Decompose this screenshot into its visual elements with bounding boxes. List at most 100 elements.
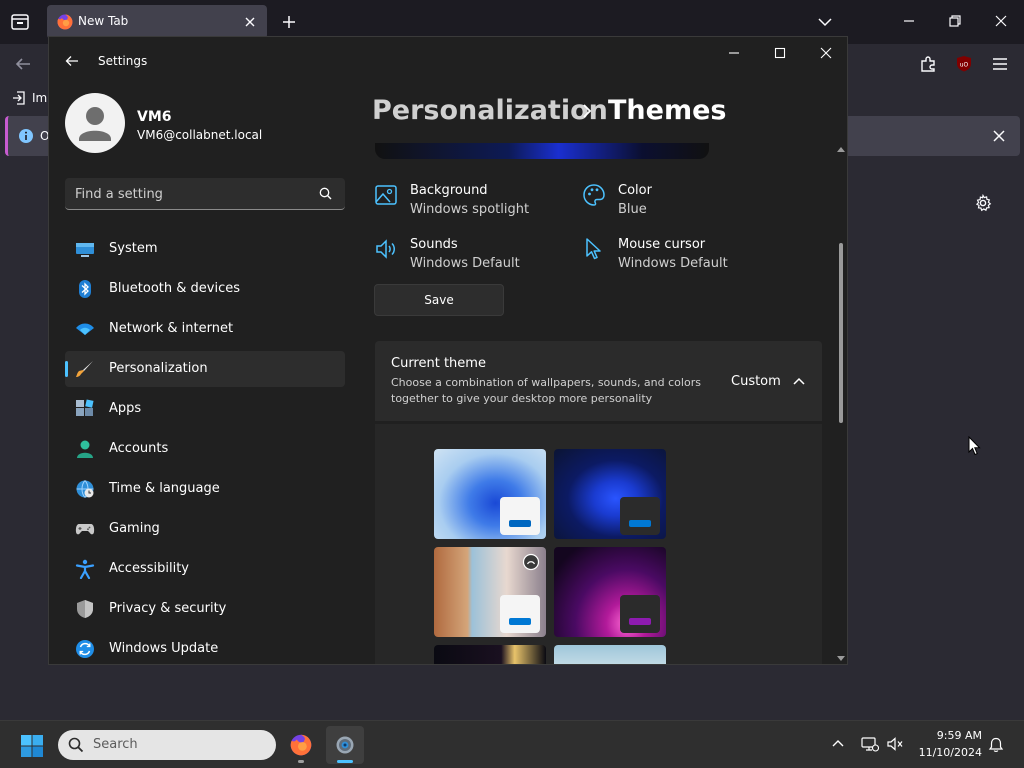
settings-window: Settings VM6 VM6@collabnet.local System … <box>48 36 848 665</box>
sounds-setting[interactable]: Sounds Windows Default <box>374 233 574 277</box>
info-icon <box>18 128 34 144</box>
clock-date[interactable]: 11/10/2024 <box>910 746 982 759</box>
new-tab-settings-gear-icon[interactable] <box>974 194 992 212</box>
save-theme-button[interactable]: Save <box>374 284 504 316</box>
system-icon <box>75 239 95 259</box>
spotlight-badge-icon <box>522 553 540 571</box>
breadcrumb-personalization[interactable]: Personalization <box>372 95 608 126</box>
tab-title: New Tab <box>78 14 129 28</box>
clock-time[interactable]: 9:59 AM <box>910 729 982 742</box>
network-icon[interactable] <box>861 736 879 752</box>
user-email: VM6@collabnet.local <box>137 128 263 142</box>
accessibility-icon <box>75 559 95 579</box>
notification-text: O <box>40 129 48 143</box>
scrollbar-thumb[interactable] <box>839 243 843 423</box>
sidebar-item-bluetooth-devices[interactable]: Bluetooth & devices <box>65 271 345 307</box>
import-bookmarks-icon[interactable] <box>12 91 26 105</box>
settings-gear-icon <box>334 734 356 756</box>
theme-accent-chip <box>620 497 660 535</box>
theme-thumbnail-flow[interactable] <box>554 645 666 664</box>
close-notification-icon[interactable] <box>992 129 1006 143</box>
sidebar-item-label: Gaming <box>109 521 160 536</box>
taskbar-settings[interactable] <box>326 726 364 764</box>
theme-thumbnail-windows-light[interactable] <box>434 449 546 539</box>
current-theme-card[interactable]: Current theme Choose a combination of wa… <box>375 341 822 421</box>
volume-muted-icon[interactable] <box>886 736 904 752</box>
background-value: Windows spotlight <box>410 202 530 217</box>
content-scrollbar[interactable] <box>837 145 845 664</box>
mouse-cursor-setting[interactable]: Mouse cursor Windows Default <box>582 233 782 277</box>
find-setting-search-box <box>65 178 345 210</box>
show-hidden-icons-chevron-icon[interactable] <box>831 738 845 748</box>
scroll-down-arrow-icon[interactable] <box>837 655 845 663</box>
maximize-icon[interactable] <box>773 46 787 60</box>
color-value: Blue <box>618 202 647 217</box>
cursor-arrow-icon <box>582 237 606 261</box>
taskbar-firefox[interactable] <box>282 726 320 764</box>
sidebar-item-accounts[interactable]: Accounts <box>65 431 345 467</box>
close-tab-icon[interactable] <box>243 15 257 29</box>
list-all-tabs-chevron-icon[interactable] <box>817 15 833 29</box>
theme-thumbnail-windows-spotlight[interactable] <box>434 547 546 637</box>
sidebar-item-time-language[interactable]: Time & language <box>65 471 345 507</box>
sidebar-item-system[interactable]: System <box>65 231 345 267</box>
theme-thumbnail-captured-motion[interactable] <box>434 645 546 664</box>
sidebar-item-gaming[interactable]: Gaming <box>65 511 345 547</box>
bluetooth-icon <box>75 279 95 299</box>
sounds-label: Sounds <box>410 237 458 252</box>
background-setting[interactable]: Background Windows spotlight <box>374 179 574 223</box>
page-title: Themes <box>608 95 727 126</box>
sidebar-item-personalization[interactable]: Personalization <box>65 351 345 387</box>
extensions-puzzle-icon[interactable] <box>919 55 937 73</box>
apps-icon <box>75 399 95 419</box>
notification-bell-icon[interactable] <box>988 737 1004 753</box>
back-arrow-icon[interactable] <box>65 55 79 67</box>
browser-tab[interactable]: New Tab <box>47 5 267 39</box>
wifi-icon <box>75 319 95 339</box>
hamburger-menu-icon[interactable] <box>992 57 1008 71</box>
search-input[interactable] <box>75 185 315 203</box>
sidebar-item-label: Privacy & security <box>109 601 227 616</box>
close-window-icon[interactable] <box>819 46 833 60</box>
sidebar-item-network-internet[interactable]: Network & internet <box>65 311 345 347</box>
new-tab-plus-icon[interactable] <box>281 14 297 30</box>
current-theme-description: Choose a combination of wallpapers, soun… <box>391 376 701 405</box>
sidebar-item-label: System <box>109 241 158 256</box>
ublock-origin-icon[interactable]: uO <box>956 55 972 72</box>
chevron-up-icon[interactable] <box>792 376 806 386</box>
color-setting[interactable]: Color Blue <box>582 179 782 223</box>
mouse-cursor-label: Mouse cursor <box>618 237 706 252</box>
background-image-icon <box>374 183 398 207</box>
avatar[interactable] <box>65 93 125 153</box>
theme-accent-chip <box>620 595 660 633</box>
mouse-cursor-value: Windows Default <box>618 256 728 271</box>
accounts-icon <box>75 439 95 459</box>
sidebar-item-apps[interactable]: Apps <box>65 391 345 427</box>
firefox-logo-icon <box>57 14 73 30</box>
import-bookmarks-label[interactable]: Import bookmarks <box>32 91 48 105</box>
shield-icon <box>75 599 95 619</box>
firefox-logo-icon <box>290 734 312 756</box>
sidebar-item-accessibility[interactable]: Accessibility <box>65 551 345 587</box>
firefox-view-icon[interactable] <box>10 12 30 32</box>
back-arrow-icon[interactable] <box>14 56 32 72</box>
sidebar-item-windows-update[interactable]: Windows Update <box>65 631 345 664</box>
sidebar-item-label: Accounts <box>109 441 169 456</box>
windows-start-icon[interactable] <box>20 734 44 758</box>
sidebar-item-label: Windows Update <box>109 641 219 656</box>
minimize-icon[interactable] <box>727 46 741 60</box>
close-window-icon[interactable] <box>994 14 1008 28</box>
speaker-icon <box>374 237 398 261</box>
restore-icon[interactable] <box>948 14 962 28</box>
taskbar-search-box[interactable]: Search <box>58 730 276 760</box>
theme-preview-image <box>375 143 709 159</box>
breadcrumb-chevron-right-icon <box>581 103 593 119</box>
theme-thumbnail-windows-dark[interactable] <box>554 449 666 539</box>
sidebar-item-privacy-security[interactable]: Privacy & security <box>65 591 345 627</box>
theme-thumbnail-glow[interactable] <box>554 547 666 637</box>
scroll-up-arrow-icon[interactable] <box>837 145 845 153</box>
minimize-icon[interactable] <box>902 14 916 28</box>
theme-gallery <box>375 424 822 664</box>
search-icon[interactable] <box>319 187 332 200</box>
globe-clock-icon <box>75 479 95 499</box>
